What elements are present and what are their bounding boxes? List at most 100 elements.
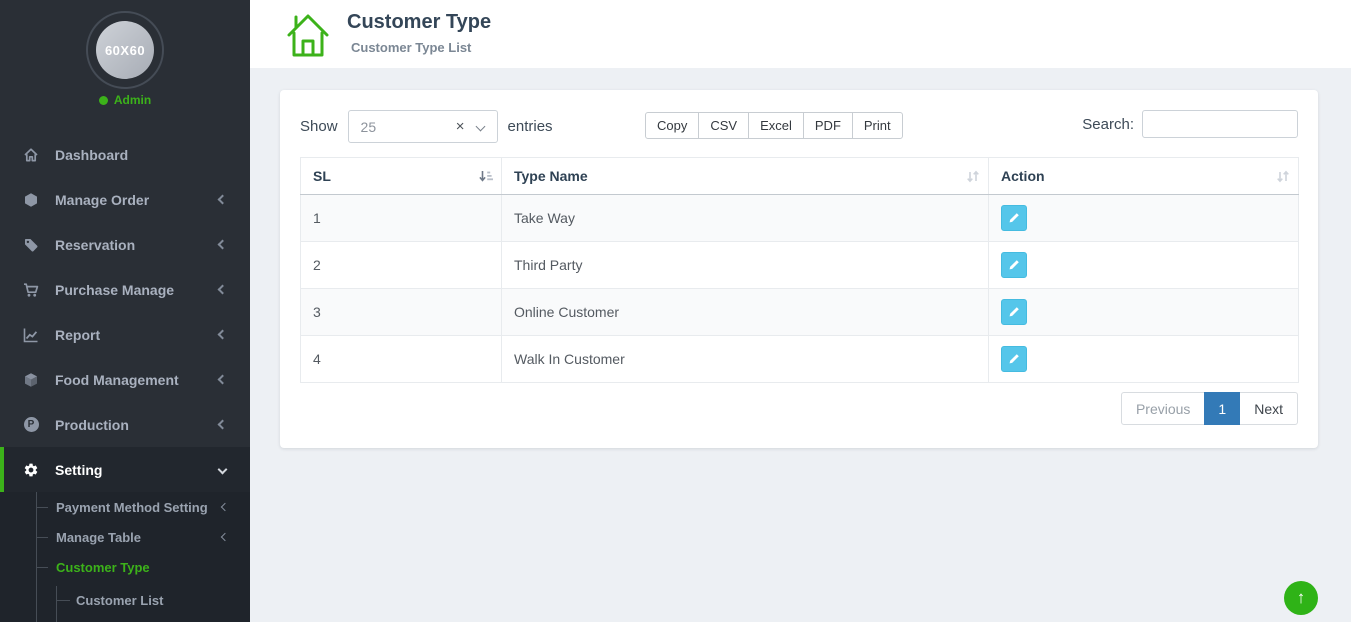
avatar[interactable]: 60X60: [86, 11, 164, 89]
cell-sl: 1: [301, 195, 502, 242]
sidebar-item-food-management[interactable]: Food Management: [0, 357, 250, 402]
pagination: Previous 1 Next: [1122, 392, 1298, 425]
chevron-left-icon: [218, 330, 228, 340]
sidebar-item-label: Manage Order: [55, 192, 149, 208]
copy-button[interactable]: Copy: [645, 112, 699, 139]
production-circle-icon: P: [22, 417, 40, 432]
cart-icon: [22, 282, 40, 298]
page-header: Customer Type Customer Type List: [250, 0, 1351, 68]
column-header-sl[interactable]: SL: [301, 158, 502, 195]
table-row: 1 Take Way: [301, 195, 1299, 242]
customer-type-table: SL Type Name Action: [300, 157, 1299, 383]
arrow-up-icon: ↑: [1297, 588, 1306, 608]
admin-label: Admin: [114, 93, 151, 107]
sidebar-item-label: Setting: [55, 462, 102, 478]
edit-button[interactable]: [1001, 252, 1027, 278]
sidebar-subitem-payment-method-setting[interactable]: Payment Method Setting: [0, 492, 250, 522]
pdf-button[interactable]: PDF: [803, 112, 853, 139]
subitem-label: Customer List: [76, 593, 163, 608]
sidebar-item-dashboard[interactable]: Dashboard: [0, 132, 250, 177]
cell-type-name: Online Customer: [502, 289, 989, 336]
cell-type-name: Take Way: [502, 195, 989, 242]
csv-button[interactable]: CSV: [698, 112, 749, 139]
sidebar-item-setting[interactable]: Setting: [0, 447, 250, 492]
edit-button[interactable]: [1001, 346, 1027, 372]
clear-selection-icon[interactable]: ×: [456, 119, 465, 134]
page-1-button[interactable]: 1: [1204, 392, 1240, 425]
chevron-left-icon: [221, 533, 229, 541]
table-header-row: SL Type Name Action: [301, 158, 1299, 195]
chevron-left-icon: [218, 420, 228, 430]
sidebar-item-label: Food Management: [55, 372, 179, 388]
entries-label: entries: [508, 118, 553, 135]
chevron-left-icon: [221, 503, 229, 511]
sidebar-item-label: Production: [55, 417, 129, 433]
tag-icon: [22, 237, 40, 253]
export-button-group: Copy CSV Excel PDF Print: [645, 112, 903, 139]
gear-icon: [22, 462, 40, 478]
show-label: Show: [300, 118, 338, 135]
previous-page-button[interactable]: Previous: [1121, 392, 1205, 425]
scroll-to-top-button[interactable]: ↑: [1284, 581, 1318, 615]
avatar-placeholder: 60X60: [96, 21, 154, 79]
entries-length-control: Show 25 × entries: [300, 110, 553, 143]
chevron-down-icon: [218, 465, 228, 475]
sidebar-item-manage-order[interactable]: Manage Order: [0, 177, 250, 222]
table-row: 4 Walk In Customer: [301, 336, 1299, 383]
subitem-label: Manage Table: [56, 530, 141, 545]
sidebar: 60X60 Admin Dashboard Manage Order Reser…: [0, 0, 250, 622]
excel-button[interactable]: Excel: [748, 112, 804, 139]
cube-icon: [22, 192, 40, 208]
setting-submenu: Payment Method Setting Manage Table Cust…: [0, 492, 250, 622]
cell-action: [989, 195, 1299, 242]
sidebar-item-label: Dashboard: [55, 147, 128, 163]
sidebar-subitem-customer-list[interactable]: Customer List: [0, 582, 250, 618]
customer-type-card: Show 25 × entries Copy CSV Excel PDF Pri…: [280, 90, 1318, 448]
package-icon: [22, 372, 40, 388]
sidebar-item-label: Report: [55, 327, 100, 343]
sidebar-item-reservation[interactable]: Reservation: [0, 222, 250, 267]
column-header-type-name[interactable]: Type Name: [502, 158, 989, 195]
sidebar-subitem-manage-table[interactable]: Manage Table: [0, 522, 250, 552]
sidebar-subitem-customer-type[interactable]: Customer Type: [0, 552, 250, 582]
chevron-left-icon: [218, 240, 228, 250]
sort-asc-active-icon: [478, 169, 493, 187]
chevron-left-icon: [218, 375, 228, 385]
sidebar-item-report[interactable]: Report: [0, 312, 250, 357]
table-row: 2 Third Party: [301, 242, 1299, 289]
sort-both-icon: [966, 169, 980, 187]
sidebar-item-purchase-manage[interactable]: Purchase Manage: [0, 267, 250, 312]
cell-sl: 2: [301, 242, 502, 289]
sort-both-icon: [1276, 169, 1290, 187]
column-header-action[interactable]: Action: [989, 158, 1299, 195]
chart-line-icon: [22, 327, 40, 343]
select-caret-icon: [475, 122, 485, 132]
subitem-label: Customer Type: [56, 560, 150, 575]
sidebar-item-production[interactable]: P Production: [0, 402, 250, 447]
chevron-left-icon: [218, 195, 228, 205]
search-label: Search:: [1082, 116, 1134, 133]
chevron-left-icon: [218, 285, 228, 295]
admin-status: Admin: [0, 93, 250, 107]
next-page-button[interactable]: Next: [1239, 392, 1298, 425]
edit-button[interactable]: [1001, 205, 1027, 231]
cell-sl: 4: [301, 336, 502, 383]
page-title: Customer Type: [347, 11, 491, 34]
search-input[interactable]: [1142, 110, 1298, 138]
table-row: 3 Online Customer: [301, 289, 1299, 336]
print-button[interactable]: Print: [852, 112, 903, 139]
sidebar-menu: Dashboard Manage Order Reservation Purch…: [0, 132, 250, 492]
entries-selected-value: 25: [361, 119, 377, 135]
edit-button[interactable]: [1001, 299, 1027, 325]
cell-type-name: Walk In Customer: [502, 336, 989, 383]
subitem-label: Payment Method Setting: [56, 500, 208, 515]
home-icon: [22, 147, 40, 163]
entries-select[interactable]: 25 ×: [348, 110, 498, 143]
production-badge: P: [24, 417, 39, 432]
online-status-icon: [99, 96, 108, 105]
cell-sl: 3: [301, 289, 502, 336]
cell-action: [989, 336, 1299, 383]
cell-action: [989, 242, 1299, 289]
cell-type-name: Third Party: [502, 242, 989, 289]
breadcrumb: Customer Type List: [351, 40, 471, 55]
